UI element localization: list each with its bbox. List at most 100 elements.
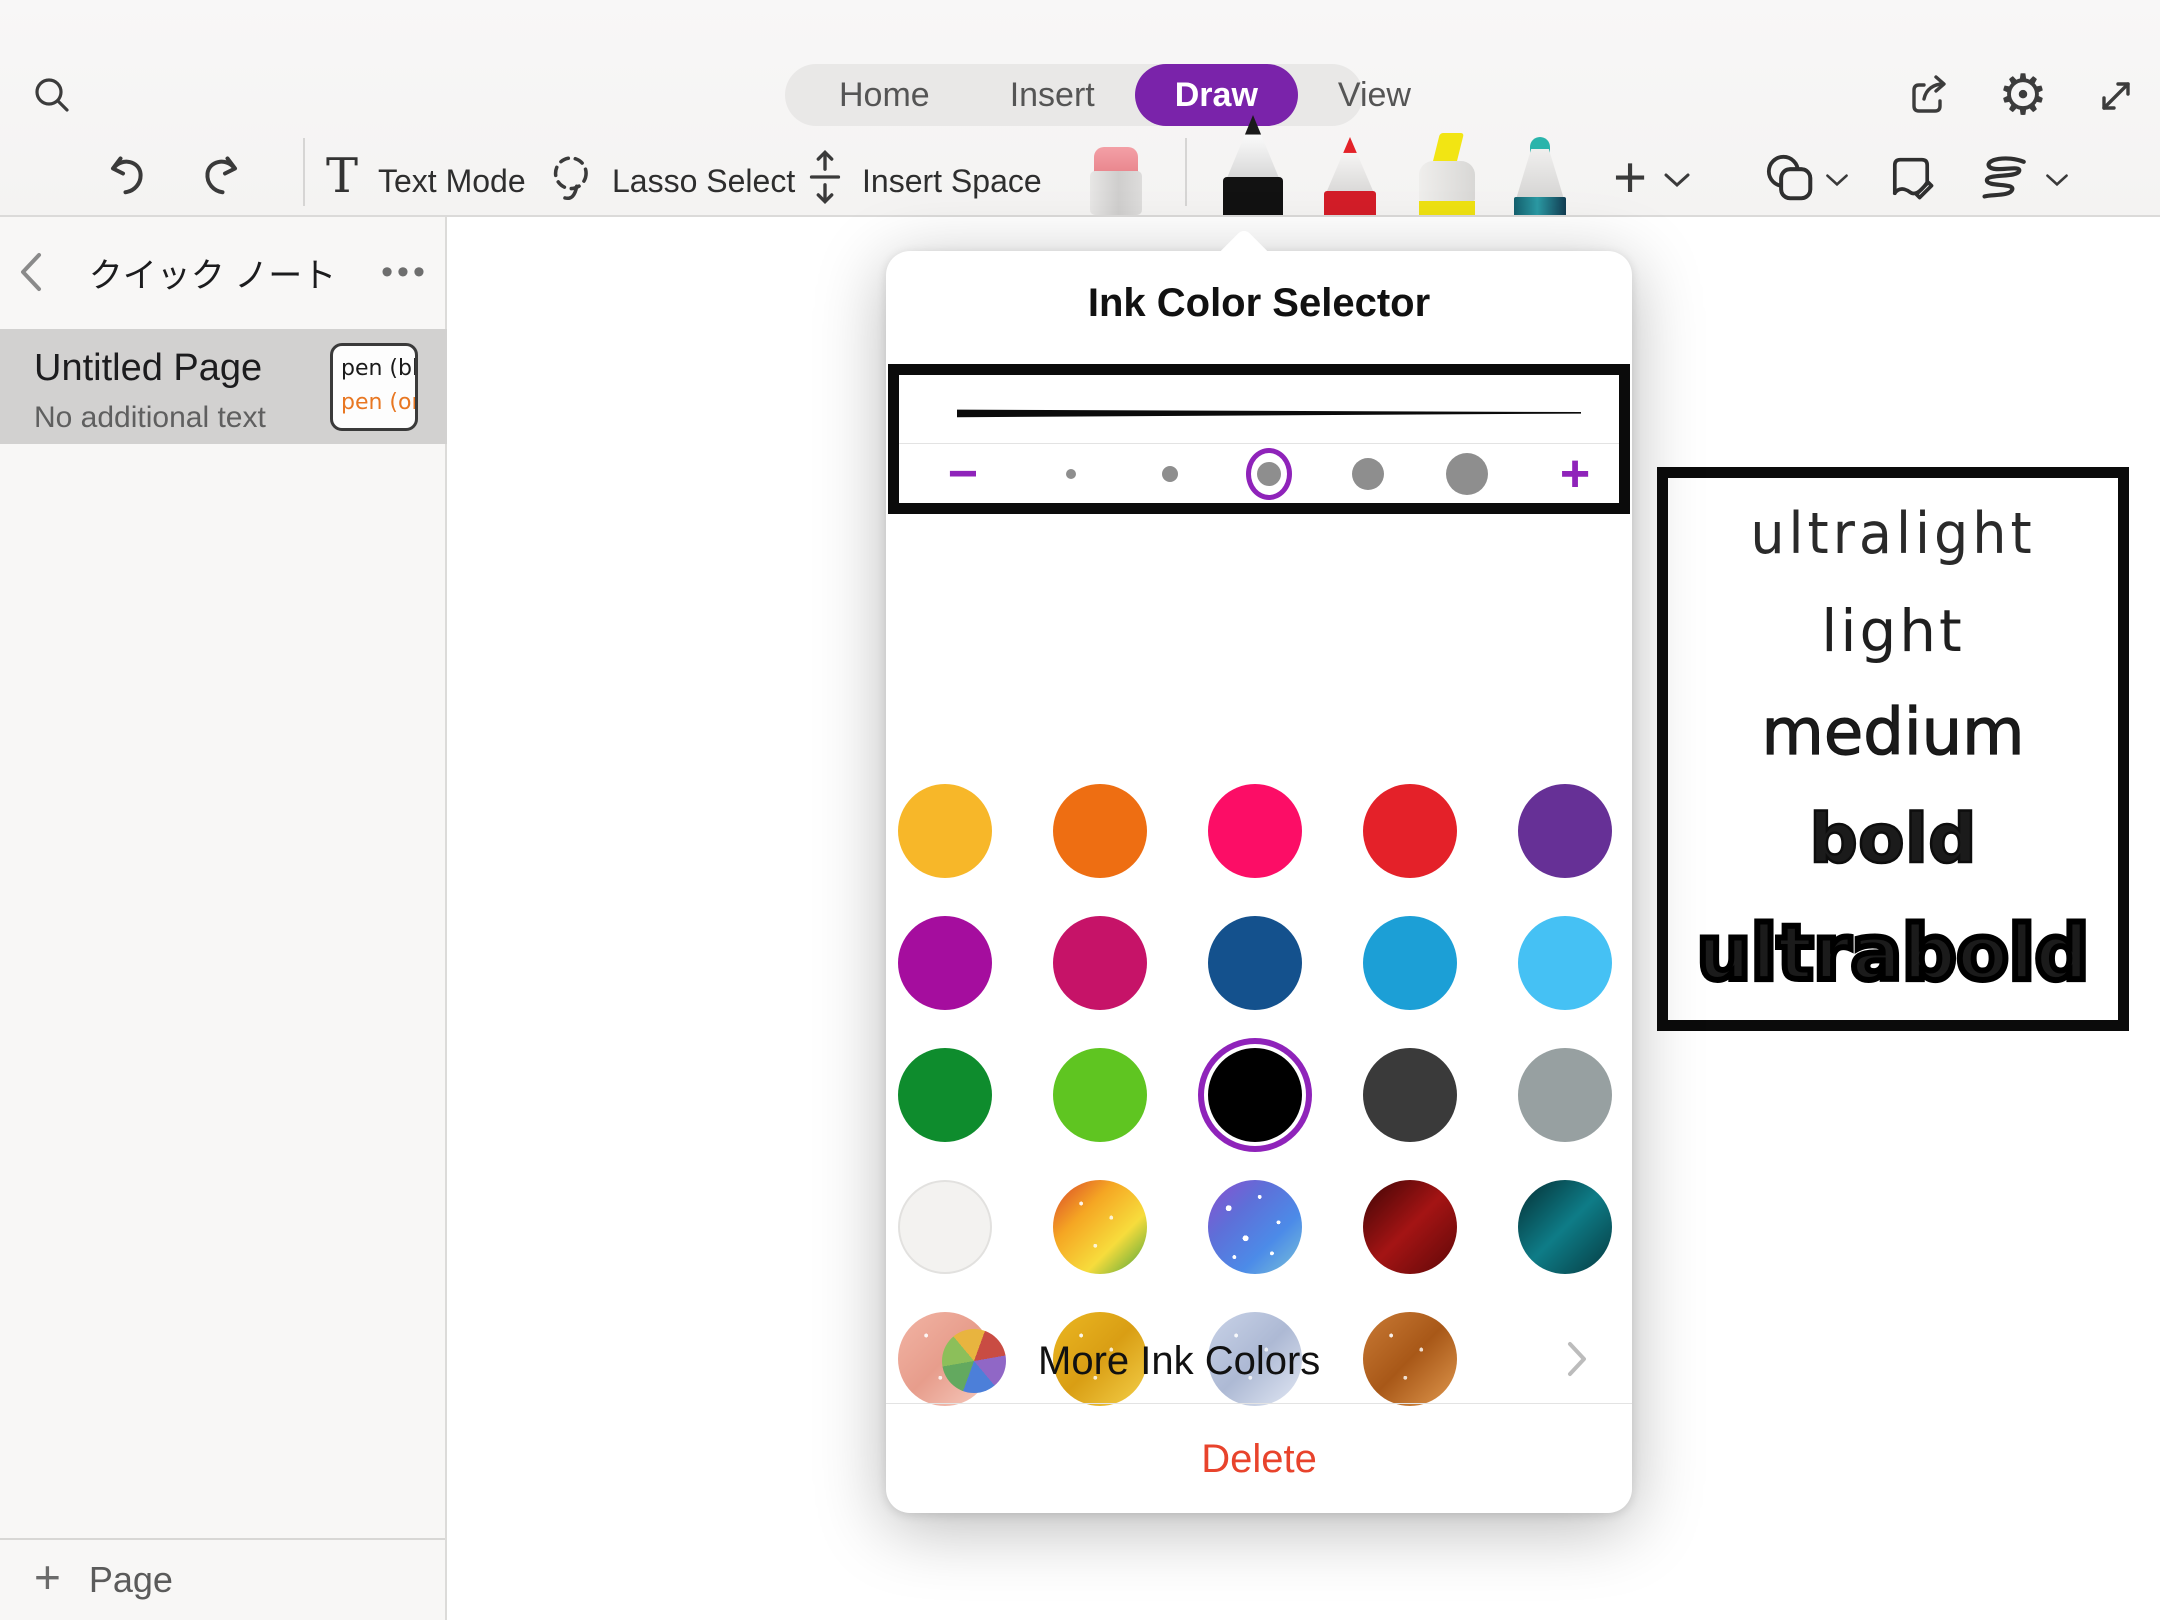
ink-color-swatch-green[interactable] bbox=[898, 1048, 992, 1142]
ink-sample-bold: bold bbox=[1809, 806, 1976, 874]
add-page-plus-icon: + bbox=[34, 1550, 61, 1604]
add-page-button[interactable]: + Page bbox=[0, 1538, 445, 1620]
add-page-label: Page bbox=[89, 1559, 173, 1601]
black-pen-tip bbox=[1223, 115, 1283, 179]
galaxy-pen-body bbox=[1514, 197, 1566, 215]
ink-color-swatch-teal-smoke[interactable] bbox=[1518, 1180, 1612, 1274]
ink-color-swatch-white[interactable] bbox=[898, 1180, 992, 1274]
popup-divider bbox=[886, 1403, 1632, 1404]
stroke-preview-line bbox=[957, 407, 1581, 419]
shapes-icon[interactable] bbox=[1760, 148, 1818, 206]
page-thumbnail: pen (blpen (ora bbox=[330, 343, 418, 431]
color-wheel-icon bbox=[942, 1329, 1006, 1393]
onenote-app: HomeInsertDrawView ⚙ T Text Mode bbox=[0, 0, 2160, 1620]
eraser-body bbox=[1090, 171, 1142, 215]
ink-color-swatch-black[interactable] bbox=[1208, 1048, 1302, 1142]
ink-sample-light: light bbox=[1821, 602, 1965, 660]
notebook-menu-ellipsis-icon[interactable]: ••• bbox=[365, 248, 445, 296]
increase-stroke-size-button[interactable]: + bbox=[1560, 448, 1590, 500]
ink-replay-icon[interactable] bbox=[1972, 150, 2034, 206]
lasso-select-button[interactable]: Lasso Select bbox=[612, 163, 795, 200]
notebook-title: クイック ノート bbox=[60, 248, 365, 297]
shapes-chevron-down-icon[interactable] bbox=[1822, 168, 1852, 192]
ink-color-swatch-red[interactable] bbox=[1363, 784, 1457, 878]
page-list-item-selected[interactable]: Untitled Page No additional text pen (bl… bbox=[0, 329, 447, 444]
ink-color-swatch-pink[interactable] bbox=[1208, 784, 1302, 878]
decrease-stroke-size-button[interactable]: − bbox=[948, 448, 978, 500]
more-ink-colors-label: More Ink Colors bbox=[1038, 1339, 1566, 1384]
thumbnail-ink-line: pen (ora bbox=[341, 386, 415, 420]
tab-insert[interactable]: Insert bbox=[970, 64, 1135, 126]
ink-color-swatch-blue[interactable] bbox=[1363, 916, 1457, 1010]
stroke-width-preview-box: −+ bbox=[888, 364, 1630, 514]
insert-space-button[interactable]: Insert Space bbox=[862, 163, 1042, 200]
pen-divider bbox=[1185, 138, 1187, 206]
ink-color-selector-popup: Ink Color Selector −+ More Ink Colors De… bbox=[886, 251, 1632, 1513]
ink-color-swatch-magenta[interactable] bbox=[898, 916, 992, 1010]
ink-color-swatch-lime-green[interactable] bbox=[1053, 1048, 1147, 1142]
share-icon[interactable] bbox=[1903, 70, 1955, 122]
add-pen-plus-icon[interactable]: + bbox=[1605, 152, 1655, 202]
ink-color-swatch-charcoal[interactable] bbox=[1363, 1048, 1457, 1142]
ink-color-swatch-dark-red-marble[interactable] bbox=[1363, 1180, 1457, 1274]
red-pen-body bbox=[1324, 191, 1376, 215]
page-list-sidebar: クイック ノート ••• Untitled Page No additional… bbox=[0, 217, 447, 1620]
ink-color-swatch-sky-blue[interactable] bbox=[1518, 916, 1612, 1010]
selected-stroke-size-ring bbox=[1246, 448, 1292, 500]
text-mode-icon[interactable]: T bbox=[318, 150, 366, 202]
ink-color-swatch-rainbow-glitter[interactable] bbox=[1053, 1180, 1147, 1274]
stroke-size-dot-1[interactable] bbox=[1066, 469, 1076, 479]
ink-replay-chevron-down-icon[interactable] bbox=[2042, 168, 2072, 192]
ink-color-swatch-yellow[interactable] bbox=[898, 784, 992, 878]
toolbar-divider bbox=[303, 138, 305, 206]
ink-sample-medium: medium bbox=[1761, 701, 2024, 765]
yellow-highlighter-tool[interactable] bbox=[1416, 133, 1478, 215]
insert-space-icon[interactable] bbox=[800, 148, 850, 206]
black-pen-body bbox=[1223, 177, 1283, 215]
thumbnail-ink-line: pen (bl bbox=[341, 352, 415, 386]
expand-icon[interactable] bbox=[2090, 70, 2142, 122]
stroke-size-dot-2[interactable] bbox=[1162, 466, 1178, 482]
eraser-tool[interactable] bbox=[1090, 147, 1142, 215]
redo-button[interactable] bbox=[194, 150, 246, 202]
sidebar-header: クイック ノート ••• bbox=[0, 237, 445, 307]
lasso-select-icon[interactable] bbox=[545, 150, 599, 206]
chevron-right-icon bbox=[1566, 1340, 1588, 1383]
handwritten-weight-samples-frame: ultralight light medium bold ultrabold bbox=[1657, 467, 2129, 1031]
page-subtitle: No additional text bbox=[34, 401, 266, 435]
more-ink-colors-button[interactable]: More Ink Colors bbox=[886, 1319, 1632, 1403]
page-title: Untitled Page bbox=[34, 347, 262, 390]
ink-sample-ultralight: ultralight bbox=[1750, 505, 2035, 562]
ink-color-swatch-gray[interactable] bbox=[1518, 1048, 1612, 1142]
popup-title: Ink Color Selector bbox=[886, 281, 1632, 326]
red-pen-tip bbox=[1324, 137, 1376, 193]
red-pen-tool[interactable] bbox=[1322, 137, 1378, 215]
ink-color-grid bbox=[898, 784, 1612, 1406]
galaxy-pen-cone bbox=[1514, 149, 1566, 199]
eraser-tip bbox=[1094, 147, 1138, 173]
ink-note-icon[interactable] bbox=[1882, 148, 1940, 206]
back-chevron-icon[interactable] bbox=[0, 248, 60, 296]
galaxy-pen-tool[interactable] bbox=[1512, 137, 1568, 215]
settings-gear-icon[interactable]: ⚙ bbox=[1996, 68, 2050, 122]
ink-color-swatch-navy-blue[interactable] bbox=[1208, 916, 1302, 1010]
tab-view[interactable]: View bbox=[1298, 64, 1451, 126]
highlighter-band bbox=[1419, 201, 1475, 215]
ink-color-swatch-purple[interactable] bbox=[1518, 784, 1612, 878]
text-mode-button[interactable]: Text Mode bbox=[378, 163, 526, 200]
highlighter-body bbox=[1419, 161, 1475, 201]
search-icon[interactable] bbox=[28, 72, 76, 120]
tab-home[interactable]: Home bbox=[799, 64, 970, 126]
delete-pen-button[interactable]: Delete bbox=[886, 1419, 1632, 1499]
stroke-size-dot-4[interactable] bbox=[1352, 458, 1384, 490]
stroke-size-dot-5[interactable] bbox=[1446, 453, 1488, 495]
stroke-size-row: −+ bbox=[899, 444, 1619, 503]
undo-button[interactable] bbox=[102, 150, 154, 202]
black-pen-tool-selected[interactable] bbox=[1221, 115, 1285, 215]
add-pen-chevron-down-icon[interactable] bbox=[1660, 168, 1694, 192]
ink-color-swatch-raspberry[interactable] bbox=[1053, 916, 1147, 1010]
ink-color-swatch-galaxy[interactable] bbox=[1208, 1180, 1302, 1274]
top-toolbar: HomeInsertDrawView ⚙ T Text Mode bbox=[0, 0, 2160, 217]
ink-sample-ultrabold: ultrabold bbox=[1697, 915, 2089, 991]
ink-color-swatch-orange[interactable] bbox=[1053, 784, 1147, 878]
